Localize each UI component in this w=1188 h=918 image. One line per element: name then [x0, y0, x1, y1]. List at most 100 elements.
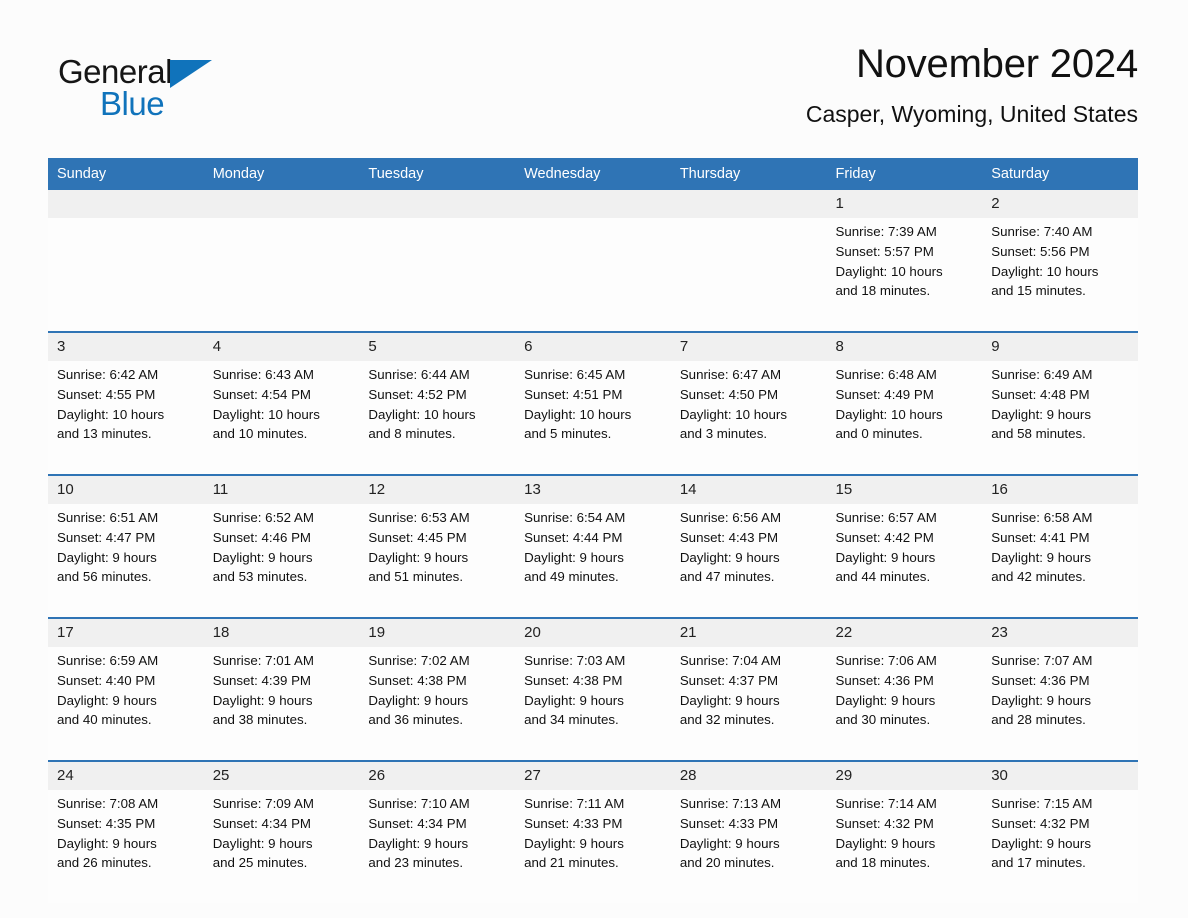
- week-info-row: Sunrise: 7:39 AM Sunset: 5:57 PM Dayligh…: [48, 218, 1138, 332]
- day-number-cell[interactable]: 22: [826, 617, 983, 647]
- daylight-text: Daylight: 10 hours: [57, 406, 165, 422]
- sunrise-text: Sunrise: 7:01 AM: [212, 653, 314, 668]
- daylight-text: Daylight: 9 hours: [57, 549, 157, 565]
- daylight-text: Daylight: 10 hours: [212, 406, 320, 422]
- day-number-cell[interactable]: 23: [982, 617, 1138, 647]
- day-number-cell[interactable]: 15: [826, 474, 983, 504]
- day-info-cell: Sunrise: 7:10 AM Sunset: 4:34 PM Dayligh…: [359, 790, 516, 903]
- sunset-text: Sunset: 4:37 PM: [679, 672, 779, 688]
- daylight-text: Daylight: 10 hours: [679, 406, 787, 422]
- day-info-cell: Sunrise: 6:48 AM Sunset: 4:49 PM Dayligh…: [826, 361, 983, 475]
- day-number-cell[interactable]: 10: [48, 474, 204, 504]
- day-info-cell: Sunrise: 7:04 AM Sunset: 4:37 PM Dayligh…: [670, 647, 827, 761]
- sunrise-text: Sunrise: 6:49 AM: [991, 367, 1093, 382]
- day-number-cell-empty: [670, 190, 827, 218]
- day-number-cell[interactable]: 14: [670, 474, 827, 504]
- weekday-header-tuesday: Tuesday: [359, 158, 516, 190]
- daylight-text: Daylight: 9 hours: [679, 692, 780, 708]
- weekday-header-sunday: Sunday: [48, 158, 204, 190]
- day-number-cell[interactable]: 4: [203, 331, 360, 361]
- day-number-cell[interactable]: 18: [203, 617, 360, 647]
- day-number-cell[interactable]: 20: [515, 617, 671, 647]
- sunrise-text: Sunrise: 6:56 AM: [679, 510, 782, 525]
- day-info-cell: Sunrise: 7:40 AM Sunset: 5:56 PM Dayligh…: [982, 218, 1138, 332]
- sunset-text: Sunset: 4:33 PM: [524, 815, 623, 831]
- day-number-cell[interactable]: 21: [670, 617, 827, 647]
- day-number-cell[interactable]: 24: [48, 760, 204, 790]
- day-number-cell[interactable]: 28: [670, 760, 827, 790]
- sunrise-text: Sunrise: 7:07 AM: [991, 653, 1093, 668]
- day-number-cell[interactable]: 25: [203, 760, 360, 790]
- day-info-cell: Sunrise: 6:53 AM Sunset: 4:45 PM Dayligh…: [359, 504, 516, 618]
- day-number-cell[interactable]: 19: [359, 617, 516, 647]
- day-number-cell[interactable]: 29: [826, 760, 983, 790]
- day-info-cell-empty: [515, 218, 671, 332]
- day-number-cell[interactable]: 30: [982, 760, 1138, 790]
- daylight-text: Daylight: 9 hours: [524, 835, 624, 851]
- day-info-cell: Sunrise: 7:14 AM Sunset: 4:32 PM Dayligh…: [826, 790, 983, 903]
- day-number-cell[interactable]: 26: [359, 760, 516, 790]
- calendar-table: Sunday Monday Tuesday Wednesday Thursday…: [48, 158, 1138, 903]
- sunrise-text: Sunrise: 6:42 AM: [57, 367, 159, 382]
- daylight-text: Daylight: 9 hours: [991, 835, 1091, 851]
- daylight-text: Daylight: 10 hours: [524, 406, 632, 422]
- sunset-text: Sunset: 4:39 PM: [212, 672, 312, 688]
- daylight-text: Daylight: 9 hours: [368, 835, 469, 851]
- day-number-cell[interactable]: 5: [359, 331, 516, 361]
- day-info-cell-empty: [359, 218, 516, 332]
- sunset-text: Sunset: 4:52 PM: [368, 386, 467, 402]
- day-number-cell[interactable]: 27: [515, 760, 671, 790]
- logo-top-row: General: [58, 53, 318, 91]
- sunrise-text: Sunrise: 6:59 AM: [57, 653, 159, 668]
- week-number-row: 17 18 19 20 21 22 23: [48, 617, 1138, 647]
- sunrise-text: Sunrise: 6:52 AM: [212, 510, 314, 525]
- sunrise-text: Sunrise: 6:43 AM: [212, 367, 314, 382]
- weekday-header-saturday: Saturday: [982, 158, 1138, 190]
- day-number-cell[interactable]: 2: [982, 190, 1138, 218]
- week-info-row: Sunrise: 6:51 AM Sunset: 4:47 PM Dayligh…: [48, 504, 1138, 618]
- day-number-cell[interactable]: 12: [359, 474, 516, 504]
- sunset-text: Sunset: 4:35 PM: [57, 815, 156, 831]
- week-number-row: 24 25 26 27 28 29 30: [48, 760, 1138, 790]
- day-number-cell[interactable]: 8: [826, 331, 983, 361]
- day-number-cell[interactable]: 11: [203, 474, 360, 504]
- triangle-icon: [169, 60, 212, 88]
- week-info-row: Sunrise: 7:08 AM Sunset: 4:35 PM Dayligh…: [48, 790, 1138, 903]
- daylight-text: Daylight: 9 hours: [835, 835, 936, 851]
- day-number-cell[interactable]: 17: [48, 617, 204, 647]
- day-number-cell[interactable]: 1: [826, 190, 983, 218]
- day-number-cell[interactable]: 6: [515, 331, 671, 361]
- sunset-text: Sunset: 4:36 PM: [835, 672, 934, 688]
- daylight-text: Daylight: 9 hours: [212, 549, 313, 565]
- day-info-cell: Sunrise: 6:56 AM Sunset: 4:43 PM Dayligh…: [670, 504, 827, 618]
- sunrise-text: Sunrise: 7:39 AM: [835, 224, 937, 239]
- day-number-cell[interactable]: 3: [48, 331, 204, 361]
- day-number-cell-empty: [359, 190, 516, 218]
- day-info-cell: Sunrise: 6:43 AM Sunset: 4:54 PM Dayligh…: [203, 361, 360, 475]
- day-number-cell[interactable]: 16: [982, 474, 1138, 504]
- sunrise-text: Sunrise: 7:15 AM: [991, 796, 1093, 811]
- daylight-text-cont: and 3 minutes.: [679, 426, 768, 442]
- day-number-cell[interactable]: 13: [515, 474, 671, 504]
- daylight-text-cont: and 5 minutes.: [524, 426, 612, 442]
- day-info-cell: Sunrise: 7:09 AM Sunset: 4:34 PM Dayligh…: [203, 790, 360, 903]
- week-info-row: Sunrise: 6:59 AM Sunset: 4:40 PM Dayligh…: [48, 647, 1138, 761]
- daylight-text-cont: and 44 minutes.: [835, 569, 931, 585]
- weekday-header-thursday: Thursday: [670, 158, 827, 190]
- day-info-cell: Sunrise: 6:52 AM Sunset: 4:46 PM Dayligh…: [203, 504, 360, 618]
- daylight-text: Daylight: 9 hours: [212, 835, 313, 851]
- daylight-text-cont: and 58 minutes.: [991, 426, 1086, 442]
- daylight-text: Daylight: 10 hours: [991, 263, 1099, 279]
- day-number-cell[interactable]: 9: [982, 331, 1138, 361]
- daylight-text: Daylight: 10 hours: [835, 263, 943, 279]
- sunset-text: Sunset: 4:42 PM: [835, 529, 934, 545]
- day-number-cell[interactable]: 7: [670, 331, 827, 361]
- sunset-text: Sunset: 4:48 PM: [991, 386, 1090, 402]
- sunrise-text: Sunrise: 7:08 AM: [57, 796, 159, 811]
- sunrise-text: Sunrise: 7:06 AM: [835, 653, 937, 668]
- day-info-cell: Sunrise: 6:59 AM Sunset: 4:40 PM Dayligh…: [48, 647, 204, 761]
- week-number-row: 1 2: [48, 190, 1138, 218]
- day-number-cell-empty: [515, 190, 671, 218]
- daylight-text: Daylight: 9 hours: [368, 692, 469, 708]
- daylight-text-cont: and 25 minutes.: [212, 855, 308, 871]
